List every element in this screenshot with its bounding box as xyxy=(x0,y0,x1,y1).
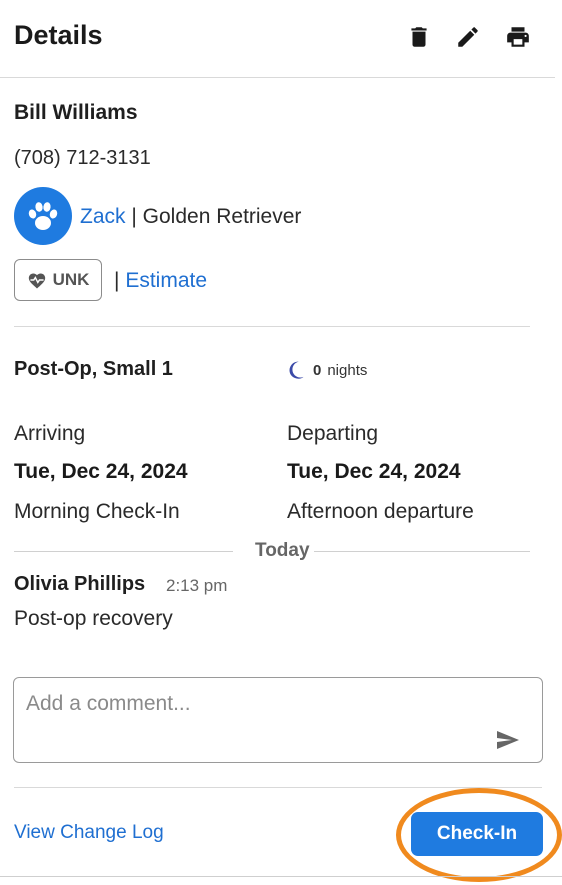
moon-icon xyxy=(289,361,304,379)
comment-input[interactable] xyxy=(26,692,466,716)
trash-icon[interactable] xyxy=(406,24,432,50)
comment-text: Post-op recovery xyxy=(14,607,173,630)
departing-date: Tue, Dec 24, 2024 xyxy=(287,460,461,483)
health-status-badge[interactable]: UNK xyxy=(14,259,102,301)
pet-avatar xyxy=(14,187,72,245)
nights-count: 0 xyxy=(313,361,322,379)
nights-label: nights xyxy=(327,361,368,379)
printer-icon[interactable] xyxy=(505,24,531,50)
departing-label: Departing xyxy=(287,422,379,445)
page-title: Details xyxy=(14,20,103,50)
heart-pulse-icon xyxy=(28,273,45,289)
comment-author: Olivia Phillips xyxy=(14,573,146,595)
arriving-label: Arriving xyxy=(14,422,86,445)
day-divider-right-line xyxy=(314,551,530,552)
pet-name-link[interactable]: Zack xyxy=(80,205,126,228)
departing-note: Afternoon departure xyxy=(287,500,474,523)
arriving-note: Morning Check-In xyxy=(14,500,180,523)
comment-time: 2:13 pm xyxy=(166,576,228,595)
pencil-icon[interactable] xyxy=(455,24,481,50)
pet-separator: | xyxy=(131,205,137,228)
day-divider-left-line xyxy=(14,551,233,552)
day-divider: Today xyxy=(14,540,530,562)
estimate-separator: | xyxy=(114,269,120,292)
owner-name: Bill Williams xyxy=(14,101,138,124)
check-in-button[interactable]: Check-In xyxy=(411,812,543,856)
pet-breed: Golden Retriever xyxy=(142,205,302,228)
comment-box xyxy=(13,677,543,763)
footer-divider xyxy=(14,787,542,788)
view-change-log-link[interactable]: View Change Log xyxy=(14,822,164,844)
bottom-rule xyxy=(0,876,562,877)
day-label: Today xyxy=(255,540,310,561)
section-divider xyxy=(14,326,530,327)
paw-icon xyxy=(28,202,58,230)
arriving-date: Tue, Dec 24, 2024 xyxy=(14,460,188,483)
owner-phone: (708) 712-3131 xyxy=(14,147,151,169)
nights-indicator: 0 nights xyxy=(287,360,367,380)
details-header: Details xyxy=(0,0,555,78)
send-icon[interactable] xyxy=(496,730,520,750)
estimate-link[interactable]: Estimate xyxy=(125,269,207,292)
pet-info: Zack | Golden Retriever xyxy=(80,205,301,229)
estimate-line: | Estimate xyxy=(114,269,207,293)
health-status-text: UNK xyxy=(52,270,90,289)
reservation-name: Post-Op, Small 1 xyxy=(14,358,173,380)
